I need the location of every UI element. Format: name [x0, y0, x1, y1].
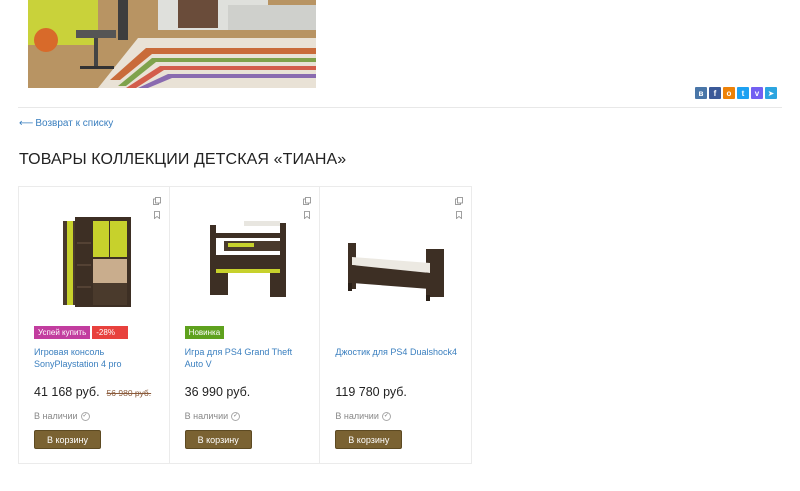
wardrobe-image[interactable] — [33, 213, 153, 323]
check-icon: ✓ — [231, 411, 241, 421]
back-to-list-label: Возврат к списку — [35, 118, 114, 129]
twitter-share-icon[interactable]: t — [737, 87, 749, 99]
loft-bed-image[interactable] — [184, 213, 304, 323]
product-badges: Новинка — [184, 326, 225, 339]
product-price: 36 990 руб. — [185, 385, 251, 399]
bookmark-icon[interactable] — [153, 211, 161, 219]
check-icon: ✓ — [80, 411, 90, 421]
divider — [18, 107, 782, 108]
section-title: ТОВАРЫ КОЛЛЕКЦИИ ДЕТСКАЯ «ТИАНА» — [19, 151, 347, 168]
availability-label: В наличии — [335, 411, 379, 421]
product-card[interactable]: Джостик для PS4 Dualshock4 119 780 руб. … — [320, 187, 471, 463]
share-bar: в f о t v ➤ — [695, 87, 777, 99]
availability-status: В наличии ✓ — [185, 411, 241, 421]
availability-label: В наличии — [184, 411, 229, 421]
collection-photo — [28, 0, 316, 88]
discount-badge: -28% — [92, 326, 129, 339]
add-to-cart-button[interactable]: В корзину — [34, 430, 101, 449]
old-price: 56 980 руб. — [106, 388, 152, 398]
product-badges: Успей купить -28% — [34, 326, 129, 339]
compare-icon[interactable] — [152, 197, 161, 205]
product-card[interactable]: Новинка Игра для PS4 Grand Theft Auto V … — [170, 187, 321, 463]
availability-status: В наличии ✓ — [335, 411, 391, 421]
product-title-link[interactable]: Игра для PS4 Grand Theft Auto V — [185, 346, 310, 370]
product-title-link[interactable]: Игровая консоль SonyPlaystation 4 pro — [34, 346, 159, 370]
facebook-share-icon[interactable]: f — [709, 87, 721, 99]
new-badge: Новинка — [184, 326, 225, 339]
availability-status: В наличии ✓ — [34, 411, 90, 421]
current-price: 36 990 руб. — [184, 385, 251, 399]
add-to-cart-button[interactable]: В корзину — [335, 430, 403, 449]
product-price: 41 168 руб. 56 980 руб. — [34, 385, 151, 399]
compare-icon[interactable] — [303, 197, 312, 205]
arrow-left-icon: ⟵ — [19, 118, 34, 129]
vk-share-icon[interactable]: в — [695, 87, 707, 99]
product-price: 119 780 руб. — [335, 385, 407, 399]
compare-icon[interactable] — [455, 197, 463, 205]
availability-label: В наличии — [34, 411, 78, 421]
bed-image[interactable] — [334, 213, 454, 323]
current-price: 119 780 руб. — [335, 385, 407, 399]
telegram-share-icon[interactable]: ➤ — [765, 87, 777, 99]
bookmark-icon[interactable] — [303, 211, 311, 219]
viber-share-icon[interactable]: v — [751, 87, 763, 99]
bookmark-icon[interactable] — [455, 211, 463, 219]
add-to-cart-button[interactable]: В корзину — [184, 430, 252, 449]
product-grid: Успей купить -28% Игровая консоль SonyPl… — [18, 186, 472, 464]
sale-badge: Успей купить — [34, 326, 91, 339]
check-icon: ✓ — [381, 411, 391, 421]
product-card[interactable]: Успей купить -28% Игровая консоль SonyPl… — [19, 187, 170, 463]
product-title-link[interactable]: Джостик для PS4 Dualshock4 — [335, 346, 460, 358]
odnoklassniki-share-icon[interactable]: о — [723, 87, 735, 99]
back-to-list-link[interactable]: ⟵ Возврат к списку — [19, 118, 113, 129]
current-price: 41 168 руб. — [34, 385, 100, 399]
